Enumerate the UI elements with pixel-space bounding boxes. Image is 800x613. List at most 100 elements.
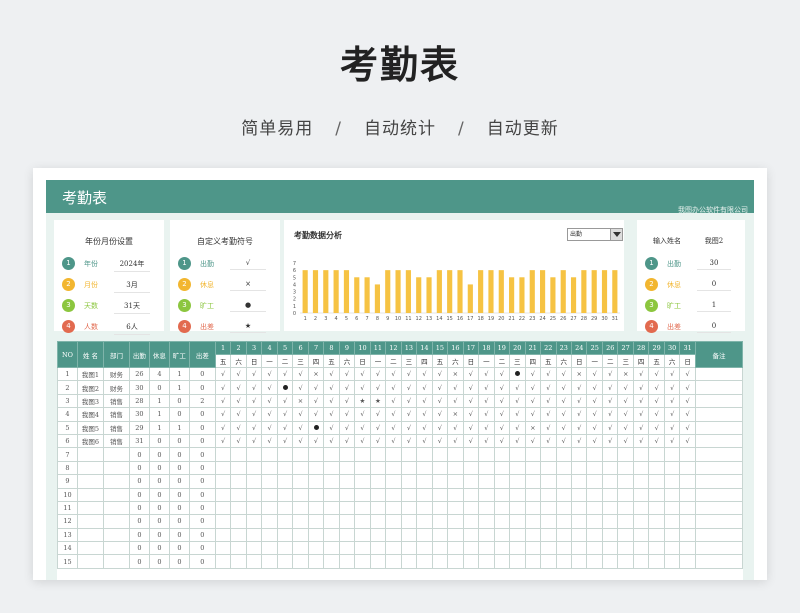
cell-absent[interactable]: 0 [168, 554, 190, 569]
day-cell[interactable] [292, 554, 309, 569]
day-cell[interactable]: √ [663, 380, 681, 395]
day-cell[interactable]: √ [354, 433, 371, 449]
day-cell[interactable]: √ [354, 407, 371, 422]
cell-rest[interactable]: 0 [148, 527, 170, 543]
day-cell[interactable]: √ [292, 420, 309, 435]
day-cell[interactable]: √ [509, 380, 526, 395]
day-cell[interactable]: √ [400, 420, 418, 435]
day-cell[interactable] [338, 527, 356, 543]
day-cell[interactable] [307, 447, 325, 462]
day-cell[interactable]: √ [586, 366, 603, 382]
day-cell[interactable] [601, 554, 619, 569]
day-cell[interactable] [617, 500, 634, 516]
day-cell[interactable] [632, 541, 650, 556]
day-cell[interactable]: √ [385, 393, 402, 409]
cell-name[interactable]: 我图6 [76, 433, 104, 449]
day-cell[interactable] [679, 460, 696, 476]
day-cell[interactable]: √ [230, 433, 247, 449]
day-cell[interactable] [493, 447, 511, 462]
cell-rest[interactable]: 0 [148, 487, 170, 502]
day-cell[interactable]: √ [261, 407, 278, 422]
day-cell[interactable] [276, 500, 294, 516]
cell-absent[interactable]: 1 [168, 366, 190, 382]
day-cell[interactable]: √ [524, 380, 542, 395]
day-cell[interactable]: √ [292, 407, 309, 422]
day-cell[interactable]: √ [617, 420, 634, 435]
day-cell[interactable] [478, 487, 495, 502]
day-cell[interactable] [478, 474, 495, 489]
day-cell[interactable]: √ [323, 393, 340, 409]
day-cell[interactable] [416, 447, 433, 462]
day-cell[interactable] [679, 527, 696, 543]
day-cell[interactable] [431, 541, 449, 556]
cell-no[interactable]: 3 [57, 393, 78, 409]
cell-rest[interactable]: 0 [148, 514, 170, 529]
day-cell[interactable]: × [447, 407, 464, 422]
day-cell[interactable] [400, 541, 418, 556]
day-cell[interactable]: √ [447, 380, 464, 395]
day-cell[interactable] [632, 460, 650, 476]
day-cell[interactable] [338, 447, 356, 462]
cell-name[interactable] [76, 514, 104, 529]
day-cell[interactable] [555, 487, 573, 502]
day-cell[interactable]: √ [338, 420, 356, 435]
day-cell[interactable] [570, 460, 588, 476]
day-cell[interactable] [214, 500, 232, 516]
cell-trip[interactable]: 0 [188, 514, 216, 529]
day-cell[interactable] [555, 474, 573, 489]
day-cell[interactable]: √ [416, 393, 433, 409]
day-cell[interactable]: √ [586, 407, 603, 422]
day-cell[interactable] [323, 500, 340, 516]
cell-absent[interactable]: 1 [168, 420, 190, 435]
day-cell[interactable]: √ [214, 393, 232, 409]
day-cell[interactable] [478, 541, 495, 556]
day-cell[interactable]: √ [338, 433, 356, 449]
day-cell[interactable] [245, 541, 263, 556]
day-cell[interactable]: √ [431, 393, 449, 409]
day-cell[interactable] [354, 554, 371, 569]
day-cell[interactable] [540, 447, 557, 462]
day-cell[interactable]: √ [338, 366, 356, 382]
day-cell[interactable] [354, 527, 371, 543]
day-cell[interactable] [307, 554, 325, 569]
day-cell[interactable] [416, 541, 433, 556]
day-cell[interactable] [416, 474, 433, 489]
day-cell[interactable] [307, 527, 325, 543]
cell-name[interactable]: 我图3 [76, 393, 104, 409]
cell-rest[interactable]: 0 [148, 474, 170, 489]
day-cell[interactable]: √ [601, 420, 619, 435]
day-cell[interactable] [323, 514, 340, 529]
cell-absent[interactable]: 0 [168, 433, 190, 449]
day-cell[interactable] [276, 447, 294, 462]
cell-note[interactable] [694, 541, 743, 556]
day-cell[interactable] [462, 447, 480, 462]
day-cell[interactable]: √ [338, 380, 356, 395]
day-cell[interactable] [462, 474, 480, 489]
cell-trip[interactable]: 0 [188, 487, 216, 502]
cell-name[interactable] [76, 447, 104, 462]
day-cell[interactable]: √ [416, 366, 433, 382]
day-cell[interactable] [261, 514, 278, 529]
day-cell[interactable] [385, 554, 402, 569]
day-cell[interactable]: √ [478, 380, 495, 395]
day-cell[interactable] [323, 527, 340, 543]
cell-rest[interactable]: 4 [148, 366, 170, 382]
day-cell[interactable]: √ [416, 407, 433, 422]
day-cell[interactable] [540, 541, 557, 556]
day-cell[interactable]: √ [540, 380, 557, 395]
setting-value[interactable]: ★ [230, 322, 266, 333]
day-cell[interactable]: √ [648, 420, 665, 435]
day-cell[interactable] [601, 447, 619, 462]
cell-absent[interactable]: 0 [168, 474, 190, 489]
cell-present[interactable]: 0 [128, 487, 150, 502]
day-cell[interactable]: √ [261, 366, 278, 382]
day-cell[interactable] [540, 527, 557, 543]
day-cell[interactable] [385, 487, 402, 502]
day-cell[interactable] [400, 474, 418, 489]
day-cell[interactable]: √ [663, 393, 681, 409]
day-cell[interactable]: √ [648, 407, 665, 422]
day-cell[interactable]: √ [586, 380, 603, 395]
cell-trip[interactable]: 2 [188, 393, 216, 409]
day-cell[interactable] [586, 527, 603, 543]
day-cell[interactable] [493, 474, 511, 489]
